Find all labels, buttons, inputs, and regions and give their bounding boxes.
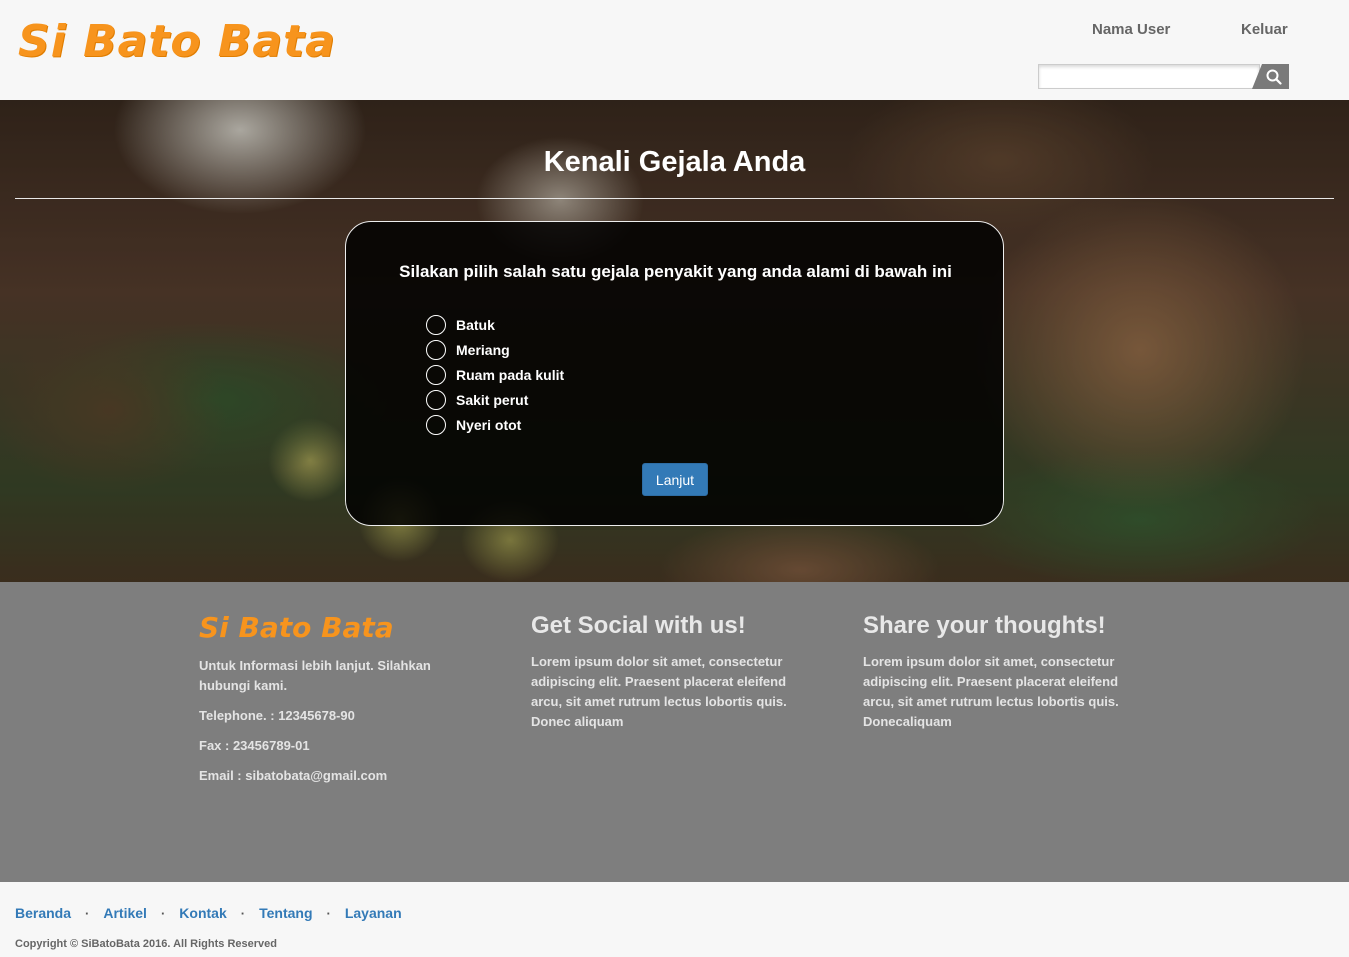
page-title: Kenali Gejala Anda: [543, 146, 806, 178]
symptom-question: Silakan pilih salah satu gejala penyakit…: [399, 262, 952, 281]
symptom-form-panel: Silakan pilih salah satu gejala penyakit…: [345, 221, 1004, 526]
search-icon: [1266, 69, 1282, 85]
footer-thoughts-text: Lorem ipsum dolor sit amet, consectetur …: [863, 654, 1119, 729]
link-separator: ·: [85, 905, 90, 921]
footer-social-heading: Get Social with us!: [531, 612, 746, 639]
footer-fax: Fax : 23456789-01: [199, 738, 310, 753]
footer-social-column: Get Social with us! Lorem ipsum dolor si…: [531, 614, 791, 732]
symptom-option-label: Batuk: [456, 316, 495, 333]
search-input[interactable]: [1038, 64, 1260, 89]
link-separator: ·: [326, 905, 331, 921]
symptom-option-label: Ruam pada kulit: [456, 366, 565, 383]
radio-button[interactable]: [426, 389, 446, 410]
bottom-link-beranda[interactable]: Beranda: [15, 905, 71, 921]
bottom-bar: Beranda · Artikel · Kontak · Tentang · L…: [0, 882, 1349, 957]
symptom-option-sakit-perut[interactable]: Sakit perut: [426, 387, 564, 412]
radio-button[interactable]: [426, 314, 446, 335]
bottom-nav: Beranda · Artikel · Kontak · Tentang · L…: [15, 905, 402, 921]
copyright-text: Copyright © SiBatoBata 2016. All Rights …: [15, 938, 277, 950]
symptom-option-ruam-pada-kulit[interactable]: Ruam pada kulit: [426, 362, 564, 387]
hero-section: Kenali Gejala Anda Silakan pilih salah s…: [0, 100, 1349, 582]
footer-info-text: Untuk Informasi lebih lanjut. Silahkan h…: [199, 658, 431, 693]
site-footer: Si Bato Bata Untuk Informasi lebih lanju…: [0, 582, 1349, 882]
bottom-link-tentang[interactable]: Tentang: [259, 905, 312, 921]
radio-button[interactable]: [426, 339, 446, 360]
radio-button[interactable]: [426, 414, 446, 435]
next-button[interactable]: Lanjut: [642, 463, 708, 496]
user-name-link[interactable]: Nama User: [1092, 21, 1170, 38]
footer-thoughts-heading: Share your thoughts!: [863, 612, 1106, 639]
bottom-link-layanan[interactable]: Layanan: [345, 905, 402, 921]
symptom-option-nyeri-otot[interactable]: Nyeri otot: [426, 412, 564, 437]
title-divider: [15, 198, 1334, 199]
site-header: Si Bato Bata Nama User Keluar: [0, 0, 1349, 100]
symptom-option-label: Sakit perut: [456, 391, 529, 408]
footer-social-text: Lorem ipsum dolor sit amet, consectetur …: [531, 654, 787, 729]
symptom-options: Batuk Meriang Ruam pada kulit Sakit peru…: [426, 312, 564, 437]
logout-link[interactable]: Keluar: [1241, 21, 1288, 38]
footer-email: Email : sibatobata@gmail.com: [199, 768, 388, 783]
footer-logo: Si Bato Bata: [199, 611, 394, 644]
symptom-option-label: Meriang: [456, 341, 510, 358]
bottom-link-artikel[interactable]: Artikel: [103, 905, 147, 921]
footer-thoughts-column: Share your thoughts! Lorem ipsum dolor s…: [863, 614, 1123, 732]
search-box: [1038, 64, 1289, 89]
symptom-option-meriang[interactable]: Meriang: [426, 337, 564, 362]
footer-phone: Telephone. : 12345678-90: [199, 708, 355, 723]
radio-button[interactable]: [426, 364, 446, 385]
link-separator: ·: [160, 905, 166, 921]
bottom-link-kontak[interactable]: Kontak: [179, 905, 226, 921]
link-separator: ·: [240, 905, 246, 921]
symptom-option-label: Nyeri otot: [456, 416, 522, 433]
symptom-option-batuk[interactable]: Batuk: [426, 312, 564, 337]
site-logo[interactable]: Si Bato Bata: [18, 20, 336, 64]
footer-contact-column: Si Bato Bata Untuk Informasi lebih lanju…: [199, 614, 459, 796]
